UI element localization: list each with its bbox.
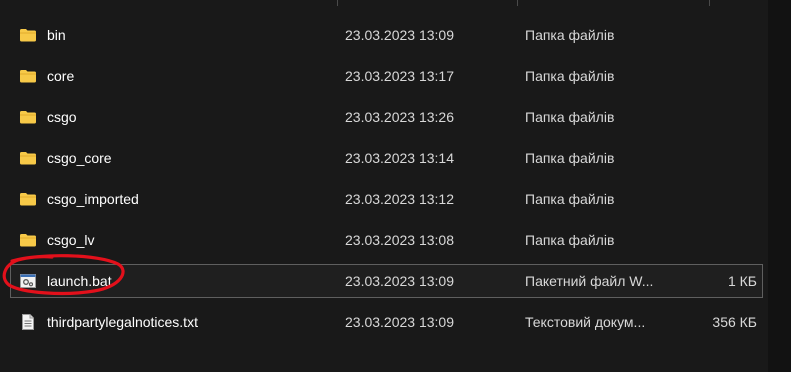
file-type: Текстовий докум... [525,314,646,330]
file-type: Папка файлів [525,191,615,207]
file-explorer-view: bin 23.03.2023 13:09 Папка файлів core 2… [0,0,791,372]
file-name: thirdpartylegalnotices.txt [47,314,198,330]
file-row-csgo-lv[interactable]: csgo_lv 23.03.2023 13:08 Папка файлів [10,223,763,257]
file-size [671,60,757,92]
file-date: 23.03.2023 13:26 [345,109,454,125]
folder-icon [19,60,41,92]
file-row-csgo-imported[interactable]: csgo_imported 23.03.2023 13:12 Папка фай… [10,182,763,216]
file-date: 23.03.2023 13:09 [345,27,454,43]
file-date: 23.03.2023 13:09 [345,273,454,289]
file-name: csgo_lv [47,232,95,248]
batch-file-icon [19,265,41,297]
column-divider-date[interactable] [337,0,338,6]
file-name: csgo [47,109,77,125]
file-type: Пакетний файл W... [525,273,654,289]
folder-icon [19,224,41,256]
file-type: Папка файлів [525,109,615,125]
folder-icon [19,101,41,133]
file-date: 23.03.2023 13:14 [345,150,454,166]
text-file-icon [19,306,41,338]
column-divider-size[interactable] [709,0,710,6]
file-size [671,19,757,51]
file-type: Папка файлів [525,150,615,166]
file-date: 23.03.2023 13:09 [345,314,454,330]
file-row-bin[interactable]: bin 23.03.2023 13:09 Папка файлів [10,18,763,52]
file-row-csgo[interactable]: csgo 23.03.2023 13:26 Папка файлів [10,100,763,134]
folder-icon [19,142,41,174]
file-size [671,224,757,256]
file-size: 356 КБ [712,314,757,330]
file-size [671,183,757,215]
folder-icon [19,183,41,215]
scrollbar-track[interactable] [768,0,791,372]
file-type: Папка файлів [525,232,615,248]
file-date: 23.03.2023 13:12 [345,191,454,207]
file-name: bin [47,27,66,43]
file-name: csgo_core [47,150,112,166]
file-name: launch.bat [47,273,112,289]
file-date: 23.03.2023 13:08 [345,232,454,248]
file-row-thirdpartylegalnotices[interactable]: thirdpartylegalnotices.txt 23.03.2023 13… [10,305,763,339]
file-row-core[interactable]: core 23.03.2023 13:17 Папка файлів [10,59,763,93]
file-date: 23.03.2023 13:17 [345,68,454,84]
file-row-csgo-core[interactable]: csgo_core 23.03.2023 13:14 Папка файлів [10,141,763,175]
column-divider-type[interactable] [517,0,518,6]
file-size [671,101,757,133]
folder-icon [19,19,41,51]
file-name: csgo_imported [47,191,139,207]
file-size [671,142,757,174]
file-name: core [47,68,75,84]
file-row-launch-bat[interactable]: launch.bat 23.03.2023 13:09 Пакетний фай… [10,264,763,298]
file-type: Папка файлів [525,68,615,84]
file-size: 1 КБ [727,273,757,289]
file-type: Папка файлів [525,27,615,43]
